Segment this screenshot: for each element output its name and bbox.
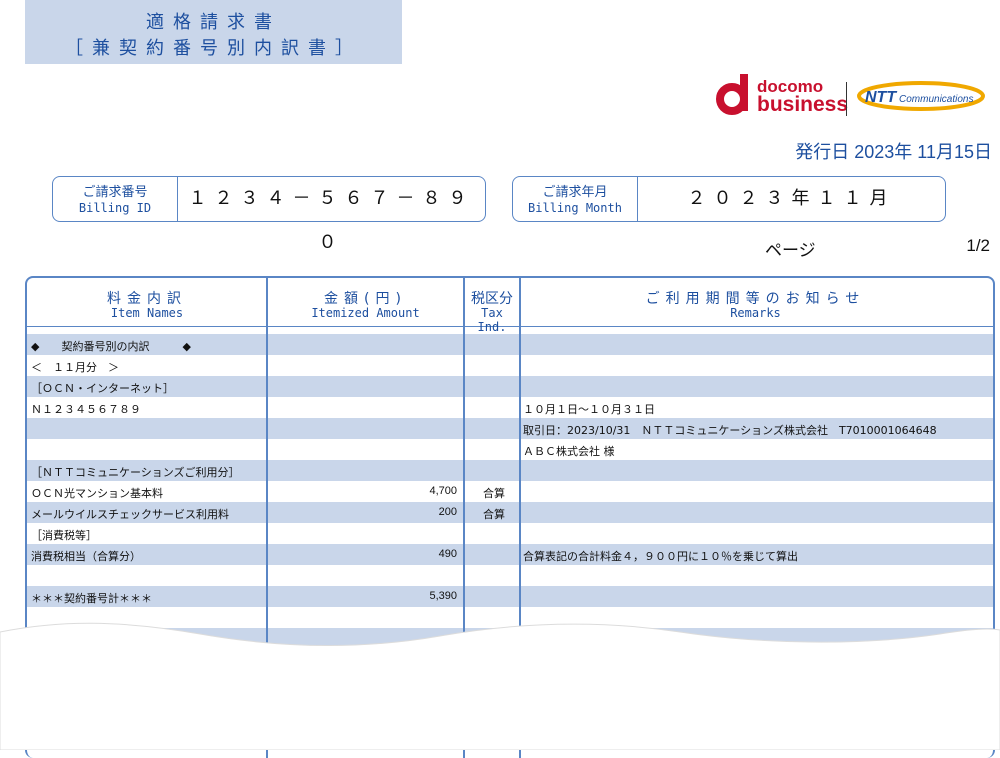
document-title: 適格請求書 ［兼契約番号別内訳書］ [25, 0, 402, 64]
billing-id-label: ご請求番号 Billing ID [53, 177, 178, 221]
row-tax: 合算 [483, 508, 505, 521]
logo-divider [846, 82, 847, 116]
docomo-d-mark-icon [716, 74, 748, 115]
torn-page-edge [0, 622, 1000, 750]
table-row [27, 565, 993, 586]
billing-id-value: １２３４－５６７－８９０ [188, 188, 475, 253]
row-item: 消費税相当（合算分） [31, 550, 141, 563]
row-remarks: １０月１日～１０月３１日 [523, 403, 655, 416]
logo-communications-text: Communications [899, 94, 973, 105]
header-tax: 税区分 Tax Ind. [464, 278, 520, 334]
row-tax: 合算 [483, 487, 505, 500]
table-row: メールウイルスチェックサービス利用料 200 合算 [27, 502, 993, 523]
row-amount: 200 [438, 506, 457, 518]
row-amount: 5,390 [429, 590, 457, 602]
row-item: ＯＣＮ光マンション基本料 [31, 487, 163, 500]
row-item: ＜ １１月分 ＞ [31, 361, 119, 374]
header-item: 料金内訳 Item Names [27, 278, 267, 326]
row-item: ［ＮＴＴコミュニケーションズご利用分］ [31, 466, 240, 479]
logo-business-text: business [757, 93, 849, 116]
title-line-2: ［兼契約番号別内訳書］ [65, 38, 362, 59]
table-header: 料金内訳 Item Names 金額(円) Itemized Amount 税区… [27, 278, 993, 334]
page-label: ページ [765, 241, 816, 261]
table-row: ＊＊＊契約番号計＊＊＊ 5,390 [27, 586, 993, 607]
header-remarks-jp: ご利用期間等のお知らせ [645, 291, 866, 307]
billing-id-box: ご請求番号 Billing ID １２３４－５６７－８９０ [52, 176, 486, 253]
row-remarks: ＡＢＣ株式会社 様 [523, 445, 615, 458]
table-row: Ｎ１２３４５６７８９ １０月１日～１０月３１日 [27, 397, 993, 418]
row-amount: 490 [438, 548, 457, 560]
table-row: 取引日：2023/10/31 ＮＴＴコミュニケーションズ株式会社 T701000… [27, 418, 993, 439]
row-remarks: 取引日：2023/10/31 ＮＴＴコミュニケーションズ株式会社 T701000… [523, 424, 937, 437]
billing-month-box: ご請求年月 Billing Month ２０２３年１１月 [512, 176, 946, 222]
ntt-communications-logo-icon: NTT Communications [857, 81, 985, 111]
billing-month-value: ２０２３年１１月 [687, 188, 896, 209]
header-amount-jp: 金額(円) [324, 291, 407, 307]
row-item: ［消費税等］ [31, 529, 97, 542]
title-line-1: 適格請求書 [146, 12, 281, 33]
header-remarks: ご利用期間等のお知らせ Remarks [520, 278, 991, 326]
page-number: 1/2 [966, 236, 990, 255]
header-tax-en: Tax Ind. [477, 306, 507, 334]
header-item-en: Item Names [110, 306, 184, 320]
billing-month-label-en: Billing Month [528, 201, 622, 215]
billing-id-label-en: Billing ID [78, 201, 152, 215]
table-row: ＜ １１月分 ＞ [27, 355, 993, 376]
row-item: ＊＊＊契約番号計＊＊＊ [31, 592, 152, 605]
row-item: メールウイルスチェックサービス利用料 [31, 508, 229, 521]
table-row: 消費税相当（合算分） 490 合算表記の合計料金４，９００円に１０％を乗じて算出 [27, 544, 993, 565]
header-amount-en: Itemized Amount [311, 306, 420, 320]
row-item: ［ＯＣＮ・インターネット］ [31, 382, 174, 395]
billing-id-label-jp: ご請求番号 [82, 185, 148, 200]
header-tax-jp: 税区分 [471, 291, 513, 307]
issue-date: 発行日 2023年 11月15日 [795, 142, 992, 162]
table-row: ◆ 契約番号別の内訳 ◆ [27, 334, 993, 355]
row-item: ◆ 契約番号別の内訳 ◆ [31, 340, 191, 353]
row-remarks: 合算表記の合計料金４，９００円に１０％を乗じて算出 [523, 550, 798, 563]
logo-ntt-text: NTT [865, 89, 897, 106]
table-row: ［ＯＣＮ・インターネット］ [27, 376, 993, 397]
table-row: ＯＣＮ光マンション基本料 4,700 合算 [27, 481, 993, 502]
table-row: ［ＮＴＴコミュニケーションズご利用分］ [27, 460, 993, 481]
billing-month-label-jp: ご請求年月 [542, 185, 608, 200]
billing-month-label: ご請求年月 Billing Month [513, 177, 638, 221]
header-item-jp: 料金内訳 [107, 291, 187, 307]
table-row: ＡＢＣ株式会社 様 [27, 439, 993, 460]
header-remarks-en: Remarks [730, 306, 781, 320]
row-item: Ｎ１２３４５６７８９ [31, 403, 141, 416]
header-amount: 金額(円) Itemized Amount [267, 278, 464, 326]
row-amount: 4,700 [429, 485, 457, 497]
table-row: ［消費税等］ [27, 523, 993, 544]
